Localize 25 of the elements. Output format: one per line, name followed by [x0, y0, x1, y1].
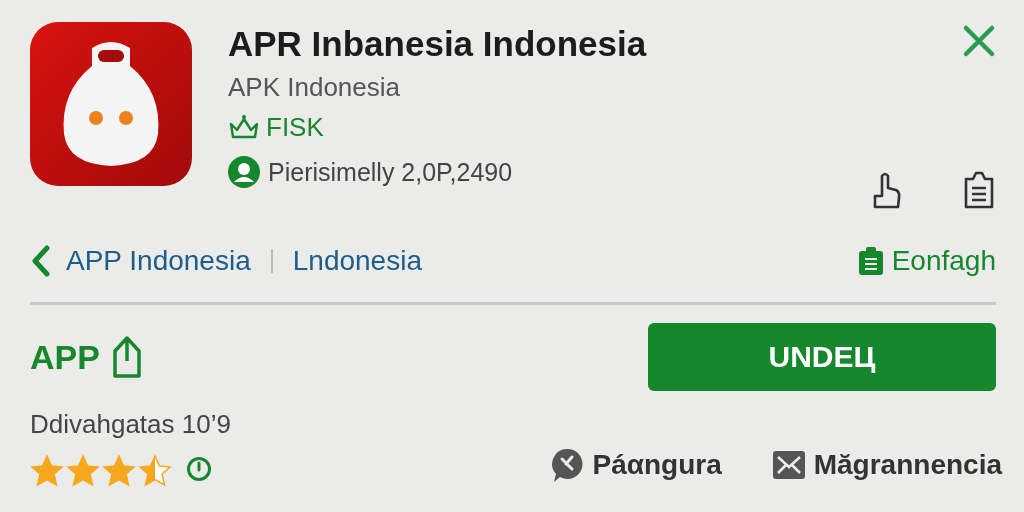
action-button[interactable]: Măgrannencia — [771, 447, 1002, 483]
version-text: Ddivahgatas 10’9 — [30, 409, 231, 440]
category-label: APP — [30, 337, 100, 377]
crown-icon — [228, 114, 260, 140]
share-icon[interactable] — [111, 335, 142, 379]
star-icon — [102, 454, 136, 488]
close-icon[interactable] — [962, 24, 996, 58]
install-count: Pierisimelly 2,0P,2490 — [268, 157, 513, 188]
app-logo-icon[interactable] — [30, 22, 192, 186]
action-button[interactable]: Páαngura — [550, 447, 722, 483]
star-icon — [138, 454, 172, 488]
install-button[interactable]: UNDEЦ — [648, 323, 996, 391]
badge-label: FISK — [266, 111, 324, 144]
developer-name[interactable]: APK Indonesia — [228, 70, 834, 104]
mail-icon — [771, 449, 806, 481]
app-title: APR Inbanesia Indonesia — [228, 24, 648, 64]
user-icon — [228, 156, 260, 188]
breadcrumb-link[interactable]: APP Indonesia — [66, 245, 251, 277]
star-icon — [66, 454, 100, 488]
breadcrumb-link[interactable]: Lndonesia — [292, 245, 422, 277]
chat-bubble-icon — [550, 447, 585, 483]
star-icon — [30, 454, 64, 488]
clipboard-icon[interactable] — [962, 170, 996, 210]
back-chevron-icon[interactable] — [30, 245, 52, 277]
action-link[interactable]: Eonfagh — [855, 245, 996, 277]
